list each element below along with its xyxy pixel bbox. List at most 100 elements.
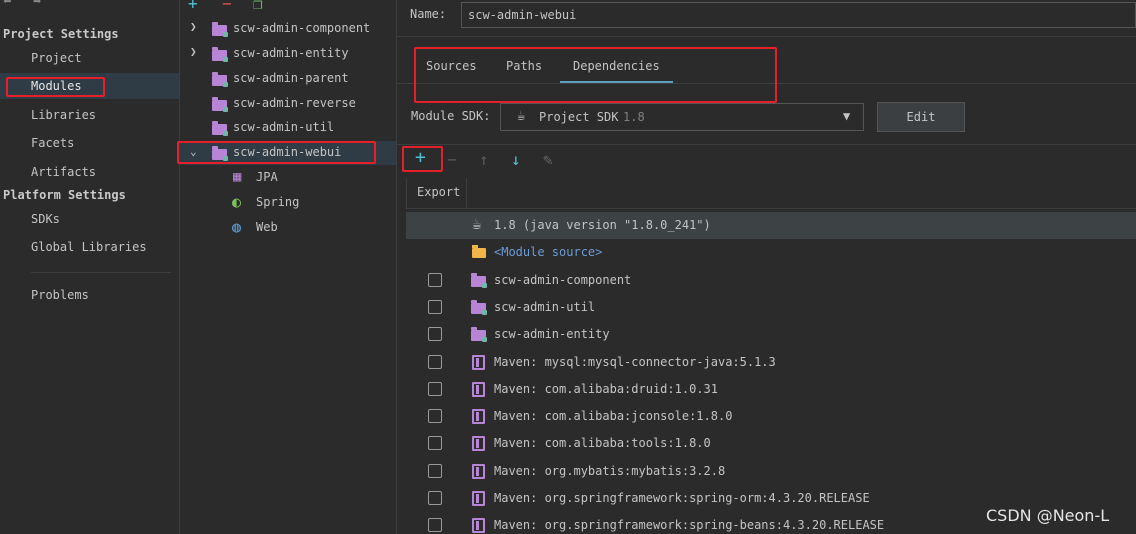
module-folder-icon bbox=[212, 121, 228, 136]
facet-label: Spring bbox=[256, 195, 300, 209]
module-sdk-select[interactable]: ☕ Project SDK 1.8 ▼ bbox=[500, 103, 864, 131]
dependency-row[interactable]: Maven: mysql:mysql-connector-java:5.1.3 bbox=[406, 349, 1136, 376]
arrow-left-icon[interactable]: ⬅ bbox=[3, 0, 11, 10]
dependency-label: Maven: org.springframework:spring-beans:… bbox=[494, 518, 885, 532]
export-checkbox[interactable] bbox=[428, 491, 442, 505]
module-folder-icon bbox=[212, 22, 228, 37]
dependency-row[interactable]: scw-admin-component bbox=[406, 267, 1136, 294]
facet-web[interactable]: ◍ Web bbox=[180, 216, 396, 240]
nav-item-artifacts[interactable]: Artifacts bbox=[31, 165, 96, 179]
project-settings-heading: Project Settings bbox=[3, 27, 119, 41]
column-divider bbox=[466, 178, 467, 208]
dependency-label: scw-admin-entity bbox=[494, 327, 610, 341]
java-icon: ☕ bbox=[472, 214, 482, 233]
arrow-right-icon[interactable]: ➡ bbox=[33, 0, 41, 10]
highlight-box-modules bbox=[6, 77, 105, 97]
chevron-right-icon[interactable]: ❯ bbox=[190, 20, 197, 33]
copy-icon[interactable]: ❐ bbox=[253, 0, 263, 13]
maven-library-icon bbox=[472, 382, 485, 397]
dependency-label: Maven: org.springframework:spring-orm:4.… bbox=[494, 491, 870, 505]
dependency-row-module-source[interactable]: <Module source> bbox=[406, 239, 1136, 266]
tree-item-scw-admin-entity[interactable]: ❯ scw-admin-entity bbox=[180, 42, 396, 66]
dependency-row[interactable]: Maven: org.mybatis:mybatis:3.2.8 bbox=[406, 458, 1136, 485]
module-sdk-label: Module SDK: bbox=[411, 109, 491, 123]
module-folder-icon bbox=[212, 97, 228, 112]
tree-item-scw-admin-util[interactable]: scw-admin-util bbox=[180, 116, 396, 140]
highlight-box-tabs bbox=[414, 47, 777, 103]
dependency-row[interactable]: scw-admin-util bbox=[406, 294, 1136, 321]
chevron-right-icon[interactable]: ❯ bbox=[190, 45, 197, 58]
tree-item-scw-admin-component[interactable]: ❯ scw-admin-component bbox=[180, 17, 396, 41]
nav-item-project[interactable]: Project bbox=[31, 51, 82, 65]
module-tree: + − ❐ ❯ scw-admin-component ❯ scw-admin-… bbox=[180, 0, 397, 534]
nav-item-libraries[interactable]: Libraries bbox=[31, 108, 96, 122]
maven-library-icon bbox=[472, 355, 485, 370]
maven-library-icon bbox=[472, 491, 485, 506]
export-checkbox[interactable] bbox=[428, 355, 442, 369]
dependency-row-jdk[interactable]: ☕ 1.8 (java version "1.8.0_241") bbox=[406, 212, 1136, 239]
export-checkbox[interactable] bbox=[428, 382, 442, 396]
export-checkbox[interactable] bbox=[428, 436, 442, 450]
remove-icon[interactable]: − bbox=[447, 150, 457, 169]
tree-item-scw-admin-parent[interactable]: scw-admin-parent bbox=[180, 67, 396, 91]
source-folder-icon bbox=[472, 245, 486, 258]
maven-library-icon bbox=[472, 436, 485, 451]
tree-item-label: scw-admin-reverse bbox=[233, 96, 356, 110]
nav-item-facets[interactable]: Facets bbox=[31, 136, 74, 150]
module-name-input[interactable]: scw-admin-webui bbox=[461, 2, 1136, 28]
arrow-up-icon[interactable]: ↑ bbox=[479, 150, 489, 169]
dependency-row[interactable]: Maven: com.alibaba:tools:1.8.0 bbox=[406, 430, 1136, 457]
dependency-label: scw-admin-util bbox=[494, 300, 596, 314]
jpa-icon: ▦ bbox=[233, 169, 242, 185]
dependency-label: scw-admin-component bbox=[494, 273, 632, 287]
nav-divider bbox=[31, 272, 171, 273]
dependency-row[interactable]: Maven: com.alibaba:jconsole:1.8.0 bbox=[406, 403, 1136, 430]
module-folder-icon bbox=[212, 72, 228, 87]
edit-button[interactable]: Edit bbox=[877, 102, 965, 132]
export-checkbox[interactable] bbox=[428, 518, 442, 532]
dependency-row[interactable]: scw-admin-entity bbox=[406, 321, 1136, 348]
module-folder-icon bbox=[471, 300, 487, 315]
dependency-label: 1.8 (java version "1.8.0_241") bbox=[494, 218, 711, 232]
dependency-label: Maven: org.mybatis:mybatis:3.2.8 bbox=[494, 464, 726, 478]
module-folder-icon bbox=[471, 273, 487, 288]
export-checkbox[interactable] bbox=[428, 464, 442, 478]
remove-icon[interactable]: − bbox=[222, 0, 232, 13]
globe-icon: ◍ bbox=[232, 218, 242, 236]
dependency-label: Maven: com.alibaba:jconsole:1.8.0 bbox=[494, 409, 733, 423]
dependency-label: Maven: mysql:mysql-connector-java:5.1.3 bbox=[494, 355, 776, 369]
maven-library-icon bbox=[472, 518, 485, 533]
tree-item-label: scw-admin-entity bbox=[233, 46, 349, 60]
java-icon: ☕ bbox=[517, 108, 526, 124]
arrow-down-icon[interactable]: ↓ bbox=[511, 150, 521, 169]
dependency-label: Maven: com.alibaba:druid:1.0.31 bbox=[494, 382, 718, 396]
module-folder-icon bbox=[212, 47, 228, 62]
dependency-row[interactable]: Maven: com.alibaba:druid:1.0.31 bbox=[406, 376, 1136, 403]
export-header: Export bbox=[417, 185, 461, 199]
nav-item-global-libraries[interactable]: Global Libraries bbox=[31, 240, 147, 254]
sdk-value: Project SDK bbox=[539, 110, 619, 124]
maven-library-icon bbox=[472, 464, 485, 479]
pencil-icon[interactable]: ✎ bbox=[543, 150, 553, 169]
tree-item-scw-admin-reverse[interactable]: scw-admin-reverse bbox=[180, 92, 396, 116]
facet-jpa[interactable]: ▦ JPA bbox=[180, 166, 396, 190]
module-folder-icon bbox=[471, 327, 487, 342]
dependency-table-header: Export bbox=[406, 178, 1136, 209]
add-icon[interactable]: + bbox=[188, 0, 198, 13]
maven-library-icon bbox=[472, 409, 485, 424]
facet-spring[interactable]: ◐ Spring bbox=[180, 191, 396, 215]
tree-item-label: scw-admin-parent bbox=[233, 71, 349, 85]
facet-label: Web bbox=[256, 220, 278, 234]
highlight-box-add bbox=[402, 146, 443, 172]
export-checkbox[interactable] bbox=[428, 409, 442, 423]
chevron-down-icon[interactable]: ▼ bbox=[843, 109, 850, 123]
export-checkbox[interactable] bbox=[428, 327, 442, 341]
export-checkbox[interactable] bbox=[428, 300, 442, 314]
module-name-value: scw-admin-webui bbox=[468, 8, 577, 22]
tree-item-label: scw-admin-component bbox=[233, 21, 371, 35]
divider bbox=[397, 36, 1136, 37]
export-checkbox[interactable] bbox=[428, 273, 442, 287]
divider bbox=[397, 144, 1136, 145]
nav-item-problems[interactable]: Problems bbox=[31, 288, 89, 302]
nav-item-sdks[interactable]: SDKs bbox=[31, 212, 60, 226]
